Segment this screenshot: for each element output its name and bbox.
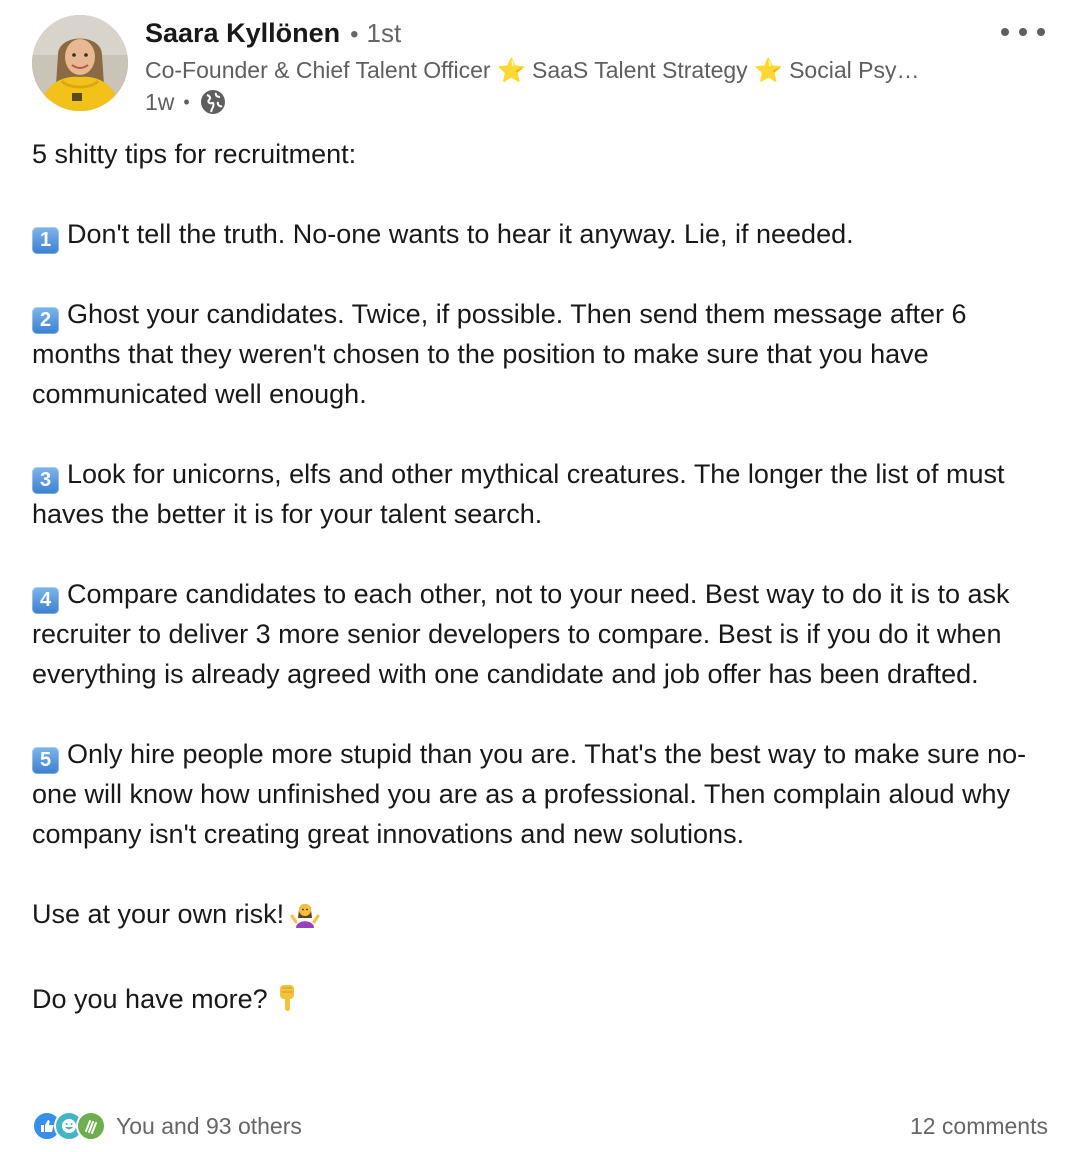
comments-count[interactable]: 12 comments (910, 1113, 1048, 1140)
shrugging-woman-icon (290, 898, 320, 939)
reaction-icons (32, 1111, 106, 1141)
author-name[interactable]: Saara Kyllönen (145, 18, 340, 48)
keycap-number-icon: 3 (32, 467, 59, 494)
connection-degree: 1st (366, 18, 402, 48)
tip-text: Don't tell the truth. No-one wants to he… (67, 219, 854, 249)
pointing-down-icon (274, 983, 300, 1024)
tip-item: 2 Ghost your candidates. Twice, if possib… (32, 294, 1052, 414)
tip-item: 5 Only hire people more stupid than you a… (32, 734, 1052, 854)
reactions-text[interactable]: You and 93 others (116, 1113, 302, 1140)
tip-text: Compare candidates to each other, not to… (32, 579, 1010, 689)
post-body: 5 shitty tips for recruitment: 1 Don't te… (32, 134, 1052, 1024)
social-counts: You and 93 others 12 comments (32, 1108, 1048, 1144)
reactions-summary[interactable]: You and 93 others (32, 1111, 302, 1141)
celebrate-icon (76, 1111, 106, 1141)
degree-separator: • (350, 21, 359, 48)
author-headline: Co-Founder & Chief Talent Officer ⭐ SaaS… (145, 57, 920, 83)
tip-item: 1 Don't tell the truth. No-one wants to h… (32, 214, 1052, 254)
keycap-number-icon: 2 (32, 307, 59, 334)
tip-text: Look for unicorns, elfs and other mythic… (32, 459, 1005, 529)
post-closing: Use at your own risk! (32, 894, 1052, 939)
meta-separator: • (183, 91, 190, 112)
tip-text: Ghost your candidates. Twice, if possibl… (32, 299, 967, 409)
more-options-button[interactable] (998, 18, 1048, 46)
post-question: Do you have more? (32, 979, 1052, 1024)
author-photo (32, 15, 128, 111)
tip-text: Only hire people more stupid than you ar… (32, 739, 1027, 849)
globe-icon (199, 88, 227, 116)
post-time: 1w (145, 88, 175, 115)
author-name-line[interactable]: Saara Kyllönen • 1st (145, 18, 401, 49)
more-dot-icon (1037, 28, 1045, 36)
keycap-number-icon: 4 (32, 587, 59, 614)
tip-item: 4 Compare candidates to each other, not t… (32, 574, 1052, 694)
closing-text: Use at your own risk! (32, 899, 285, 929)
post-intro: 5 shitty tips for recruitment: (32, 139, 357, 169)
more-dot-icon (1001, 28, 1009, 36)
more-dot-icon (1019, 28, 1027, 36)
keycap-number-icon: 5 (32, 747, 59, 774)
keycap-number-icon: 1 (32, 227, 59, 254)
tip-item: 3 Look for unicorns, elfs and other mythi… (32, 454, 1052, 534)
feed-post: Saara Kyllönen • 1st Co-Founder & Chief Ta… (0, 0, 1076, 1152)
question-text: Do you have more? (32, 984, 268, 1014)
author-avatar[interactable] (32, 15, 128, 111)
post-meta: 1w • (145, 88, 227, 116)
